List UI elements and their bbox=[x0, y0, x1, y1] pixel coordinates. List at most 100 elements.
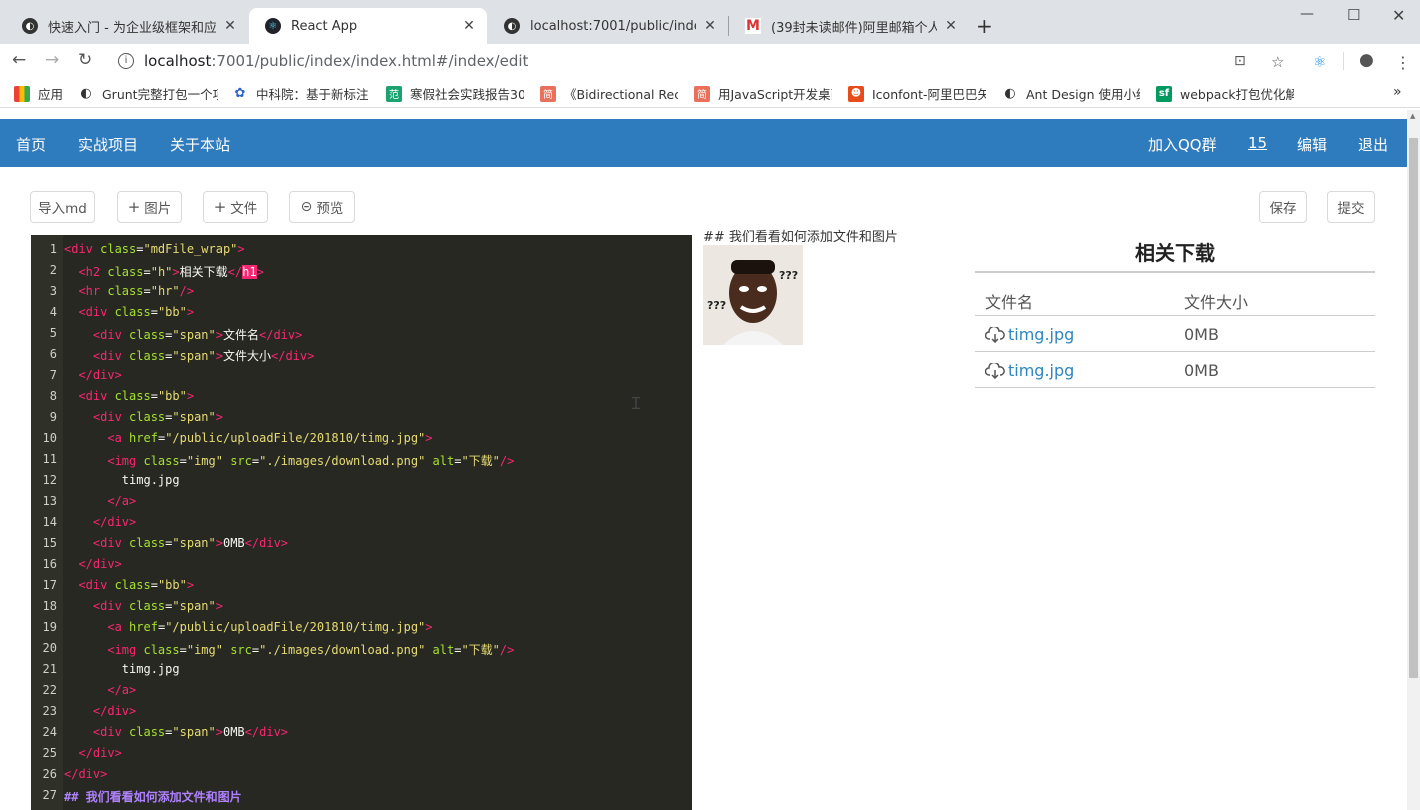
toolbar-divider bbox=[1343, 52, 1344, 70]
file-cell: timg.jpg bbox=[985, 325, 1074, 344]
browser-tab-mail[interactable]: M (39封未读邮件)阿里邮箱个人版 ✕ bbox=[729, 8, 969, 44]
close-icon[interactable]: ✕ bbox=[222, 18, 238, 34]
react-icon: ⚛ bbox=[265, 18, 281, 34]
nav-join-qq[interactable]: 加入QQ群 bbox=[1148, 134, 1217, 155]
apps-grid-icon bbox=[14, 85, 30, 102]
maximize-icon[interactable]: ☐ bbox=[1347, 6, 1360, 24]
browser-tab-localhost[interactable]: ◐ localhost:7001/public/index/in ✕ bbox=[488, 8, 728, 44]
account-icon[interactable]: ● bbox=[1359, 50, 1374, 70]
line-number: 17 bbox=[42, 578, 57, 592]
code-line: <hr class="hr"/> bbox=[78, 284, 195, 298]
window-close-icon[interactable]: ✕ bbox=[1392, 6, 1405, 25]
bookmark-item[interactable]: 简 《Bidirectional Recu bbox=[540, 84, 678, 103]
meme-face-illustration: ??? ??? bbox=[703, 245, 803, 345]
code-line: <div class="span">文件大小</div> bbox=[92, 349, 315, 363]
line-number: 13 bbox=[42, 494, 57, 508]
line-number: 3 bbox=[49, 284, 57, 298]
code-line: <h2 class="h">相关下载</h1> bbox=[78, 265, 264, 279]
react-devtools-icon[interactable]: ⚛ bbox=[1313, 53, 1326, 71]
bookmark-apps[interactable]: 应用 bbox=[14, 84, 63, 103]
markdown-code-editor[interactable]: 1 2 3 4 5 6 7 8 9 10 11 12 13 14 15 16 17 18 19 20 21 22 23 24 2… bbox=[31, 235, 692, 810]
import-md-button[interactable]: 导入md bbox=[30, 191, 95, 223]
browser-tab-eggjs[interactable]: ◐ 快速入门 - 为企业级框架和应用而 ✕ bbox=[6, 8, 248, 44]
paw-icon: ✿ bbox=[234, 86, 246, 101]
code-line: timg.jpg bbox=[121, 662, 180, 676]
line-number: 27 bbox=[42, 788, 57, 802]
preview-image: ??? ??? bbox=[703, 245, 803, 345]
line-number: 21 bbox=[42, 662, 57, 676]
scroll-up-icon[interactable]: ▲ bbox=[1410, 112, 1415, 120]
menu-icon[interactable]: ⋮ bbox=[1395, 53, 1411, 72]
save-button[interactable]: 保存 bbox=[1259, 191, 1307, 223]
nav-home[interactable]: 首页 bbox=[16, 134, 46, 155]
submit-button[interactable]: 提交 bbox=[1327, 191, 1375, 223]
file-download-link[interactable]: timg.jpg bbox=[1008, 361, 1074, 380]
nav-projects[interactable]: 实战项目 bbox=[78, 134, 138, 155]
browser-tab-react-app[interactable]: ⚛ React App ✕ bbox=[249, 8, 487, 44]
add-image-button[interactable]: + 图片 bbox=[117, 191, 182, 223]
nav-count-link[interactable]: 15 bbox=[1248, 134, 1267, 152]
add-file-button[interactable]: + 文件 bbox=[203, 191, 268, 223]
scrollbar-thumb[interactable] bbox=[1409, 138, 1418, 678]
bookmark-item[interactable]: ☻ Iconfont-阿里巴巴矢 bbox=[848, 84, 986, 103]
bookmark-label: Iconfont-阿里巴巴矢 bbox=[872, 87, 986, 102]
code-line: </div> bbox=[78, 557, 122, 571]
line-number: 18 bbox=[42, 599, 57, 613]
file-size: 0MB bbox=[1184, 325, 1219, 344]
reload-icon[interactable]: ↻ bbox=[78, 50, 92, 70]
nav-logout[interactable]: 退出 bbox=[1358, 134, 1388, 155]
line-number: 10 bbox=[42, 431, 57, 445]
bookmark-item[interactable]: 范 寒假社会实践报告30 bbox=[386, 84, 524, 103]
file-size: 0MB bbox=[1184, 361, 1219, 380]
tab-title: React App bbox=[291, 18, 358, 34]
new-tab-button[interactable]: + bbox=[976, 14, 993, 38]
file-download-link[interactable]: timg.jpg bbox=[1008, 325, 1074, 344]
bookmark-item[interactable]: ◐ Ant Design 使用小结 bbox=[1002, 84, 1140, 103]
translate-icon[interactable]: ⊡ bbox=[1234, 53, 1246, 69]
url-input[interactable]: i localhost:7001/public/index/index.html… bbox=[108, 47, 1208, 75]
address-bar: ← → ↻ i localhost:7001/public/index/inde… bbox=[0, 44, 1420, 78]
line-number: 11 bbox=[42, 452, 57, 466]
jianshu-icon: 简 bbox=[694, 85, 710, 102]
bookmark-item[interactable]: ◐ Grunt完整打包一个项 bbox=[78, 84, 218, 103]
iconfont-icon: ☻ bbox=[848, 85, 864, 102]
line-number: 8 bbox=[49, 389, 57, 403]
bookmark-item[interactable]: ✿ 中科院：基于新标注 bbox=[232, 84, 372, 103]
line-number: 1 bbox=[49, 242, 57, 256]
forward-icon[interactable]: → bbox=[45, 50, 59, 70]
sf-icon: sf bbox=[1156, 85, 1172, 102]
button-label: 文件 bbox=[230, 201, 258, 217]
code-line: </a> bbox=[107, 494, 137, 508]
page-scrollbar[interactable]: ▲ bbox=[1407, 110, 1420, 810]
file-cell: timg.jpg bbox=[985, 361, 1074, 380]
star-icon[interactable]: ☆ bbox=[1271, 53, 1284, 71]
code-line: </div> bbox=[78, 368, 122, 382]
svg-text:???: ??? bbox=[779, 269, 798, 282]
back-icon[interactable]: ← bbox=[12, 50, 26, 70]
nav-about[interactable]: 关于本站 bbox=[170, 134, 230, 155]
code-line: </a> bbox=[107, 683, 137, 697]
bookmark-label: Ant Design 使用小结 bbox=[1026, 87, 1140, 102]
close-icon[interactable]: ✕ bbox=[461, 18, 477, 34]
site-info-icon[interactable]: i bbox=[118, 53, 134, 69]
close-icon[interactable]: ✕ bbox=[943, 18, 959, 34]
download-header-row: 文件名 文件大小 bbox=[975, 280, 1375, 316]
bookmark-label: 应用 bbox=[38, 87, 64, 102]
code-line: <div class="bb"> bbox=[78, 305, 195, 319]
minimize-icon[interactable]: — bbox=[1300, 6, 1314, 22]
bookmark-item[interactable]: 简 用JavaScript开发桌面 bbox=[694, 84, 832, 103]
code-line: <a href="/public/uploadFile/201810/timg.… bbox=[107, 431, 433, 445]
nav-edit[interactable]: 编辑 bbox=[1297, 134, 1327, 155]
code-line: <div class="mdFile_wrap"> bbox=[64, 242, 245, 256]
line-number: 16 bbox=[42, 557, 57, 571]
bookmark-label: Grunt完整打包一个项 bbox=[102, 87, 218, 102]
egg-icon: ◐ bbox=[22, 18, 38, 34]
tab-title: localhost:7001/public/index/in bbox=[530, 18, 696, 34]
code-line: <a href="/public/uploadFile/201810/timg.… bbox=[107, 620, 433, 634]
close-icon[interactable]: ✕ bbox=[702, 18, 718, 34]
bookmarks-more-button[interactable]: » bbox=[1393, 84, 1402, 100]
preview-button[interactable]: ⊝ 预览 bbox=[289, 191, 355, 223]
button-label: 预览 bbox=[316, 201, 344, 217]
plus-icon: + bbox=[127, 198, 141, 216]
bookmark-item[interactable]: sf webpack打包优化解 bbox=[1156, 84, 1294, 103]
